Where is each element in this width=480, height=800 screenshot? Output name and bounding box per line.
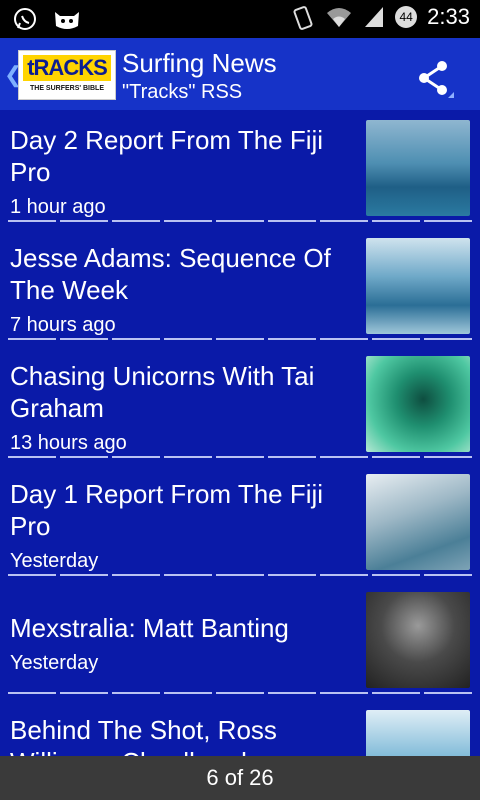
news-headline: Day 1 Report From The Fiji Pro [10, 479, 324, 541]
divider [8, 220, 472, 222]
divider [8, 338, 472, 340]
list-item[interactable]: Chasing Unicorns With Tai Graham 13 hour… [0, 346, 480, 464]
news-thumbnail [366, 120, 470, 216]
news-list[interactable]: Day 2 Report From The Fiji Pro 1 hour ag… [0, 110, 480, 756]
app-subtitle: "Tracks" RSS [122, 81, 243, 103]
news-time: Yesterday [10, 652, 99, 674]
android-cat-icon [55, 12, 79, 29]
list-item[interactable]: Behind The Shot, Ross Williams, Cloudbre… [0, 700, 480, 756]
news-thumbnail [366, 238, 470, 334]
pager-label: 6 of 26 [206, 765, 274, 790]
wifi-icon [327, 8, 352, 27]
share-icon[interactable] [414, 58, 454, 98]
logo-brand: tRACKS [23, 55, 111, 81]
vibrate-icon [293, 6, 313, 30]
news-time: 7 hours ago [10, 314, 116, 336]
clock: 2:33 [427, 4, 470, 29]
battery-level: 44 [399, 10, 413, 24]
app-bar: ❮ tRACKS THE SURFERS' BIBLE Surfing News… [0, 38, 480, 110]
pager-footer: 6 of 26 [0, 756, 480, 800]
app-title: Surfing News [122, 48, 277, 78]
divider [8, 692, 472, 694]
news-headline: Chasing Unicorns With Tai Graham [10, 361, 315, 423]
news-thumbnail [366, 710, 470, 756]
news-thumbnail [366, 356, 470, 452]
whatsapp-icon [14, 8, 36, 30]
divider [8, 574, 472, 576]
news-headline: Mexstralia: Matt Banting [10, 613, 289, 643]
news-thumbnail [366, 592, 470, 688]
status-bar: 44 2:33 [0, 0, 480, 38]
app-logo[interactable]: tRACKS THE SURFERS' BIBLE [18, 50, 116, 100]
list-item[interactable]: Day 2 Report From The Fiji Pro 1 hour ag… [0, 110, 480, 228]
news-thumbnail [366, 474, 470, 570]
news-time: Yesterday [10, 550, 99, 572]
signal-icon [365, 7, 384, 27]
list-item[interactable]: Day 1 Report From The Fiji Pro Yesterday [0, 464, 480, 582]
battery-icon: 44 [395, 6, 418, 28]
news-time: 13 hours ago [10, 432, 127, 454]
news-headline: Behind The Shot, Ross Williams, Cloudbre… [10, 715, 277, 756]
divider [8, 456, 472, 458]
logo-tagline: THE SURFERS' BIBLE [29, 85, 104, 92]
list-item[interactable]: Jesse Adams: Sequence Of The Week 7 hour… [0, 228, 480, 346]
list-item[interactable]: Mexstralia: Matt Banting Yesterday [0, 582, 480, 700]
news-time: 1 hour ago [10, 196, 106, 218]
news-headline: Day 2 Report From The Fiji Pro [10, 125, 324, 187]
news-headline: Jesse Adams: Sequence Of The Week [10, 243, 331, 305]
